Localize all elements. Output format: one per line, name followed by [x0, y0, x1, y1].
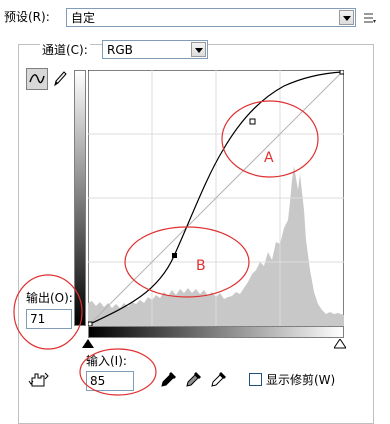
- preset-value: 自定: [71, 11, 96, 25]
- preset-label: 预设(R):: [4, 10, 50, 24]
- input-label: 输入(I):: [86, 354, 127, 368]
- output-value: 71: [30, 312, 46, 326]
- input-value: 85: [90, 374, 106, 388]
- channel-label: 通道(C):: [40, 43, 90, 57]
- output-gradient-bar: [74, 70, 86, 326]
- curve-point-b[interactable]: [172, 253, 177, 258]
- curve-tool-icon: [29, 74, 45, 84]
- pencil-tool-icon[interactable]: [52, 70, 68, 88]
- curve-point-white[interactable]: [339, 70, 344, 75]
- curve-point-a[interactable]: [249, 118, 256, 125]
- output-field[interactable]: 71: [26, 309, 72, 329]
- chevron-down-icon[interactable]: [339, 10, 354, 25]
- channel-select[interactable]: RGB: [102, 40, 208, 59]
- black-point-slider[interactable]: [82, 339, 94, 349]
- channel-value: RGB: [107, 43, 133, 57]
- menu-icon[interactable]: [364, 12, 376, 24]
- show-clipping-label: 显示修剪(W): [266, 373, 336, 387]
- curves-graph[interactable]: [88, 70, 344, 326]
- white-eyedropper-icon[interactable]: [210, 370, 228, 388]
- white-point-slider[interactable]: [334, 339, 346, 349]
- input-gradient-bar: [88, 326, 344, 338]
- preset-select[interactable]: 自定: [66, 8, 356, 27]
- gray-eyedropper-icon[interactable]: [185, 370, 203, 388]
- input-field[interactable]: 85: [86, 371, 134, 391]
- show-clipping-checkbox[interactable]: [249, 373, 262, 386]
- curve-tool-button[interactable]: [26, 68, 48, 90]
- hand-adjust-icon[interactable]: [28, 370, 50, 390]
- output-label: 输出(O):: [26, 291, 73, 305]
- black-eyedropper-icon[interactable]: [160, 370, 178, 388]
- chevron-down-icon[interactable]: [191, 42, 206, 57]
